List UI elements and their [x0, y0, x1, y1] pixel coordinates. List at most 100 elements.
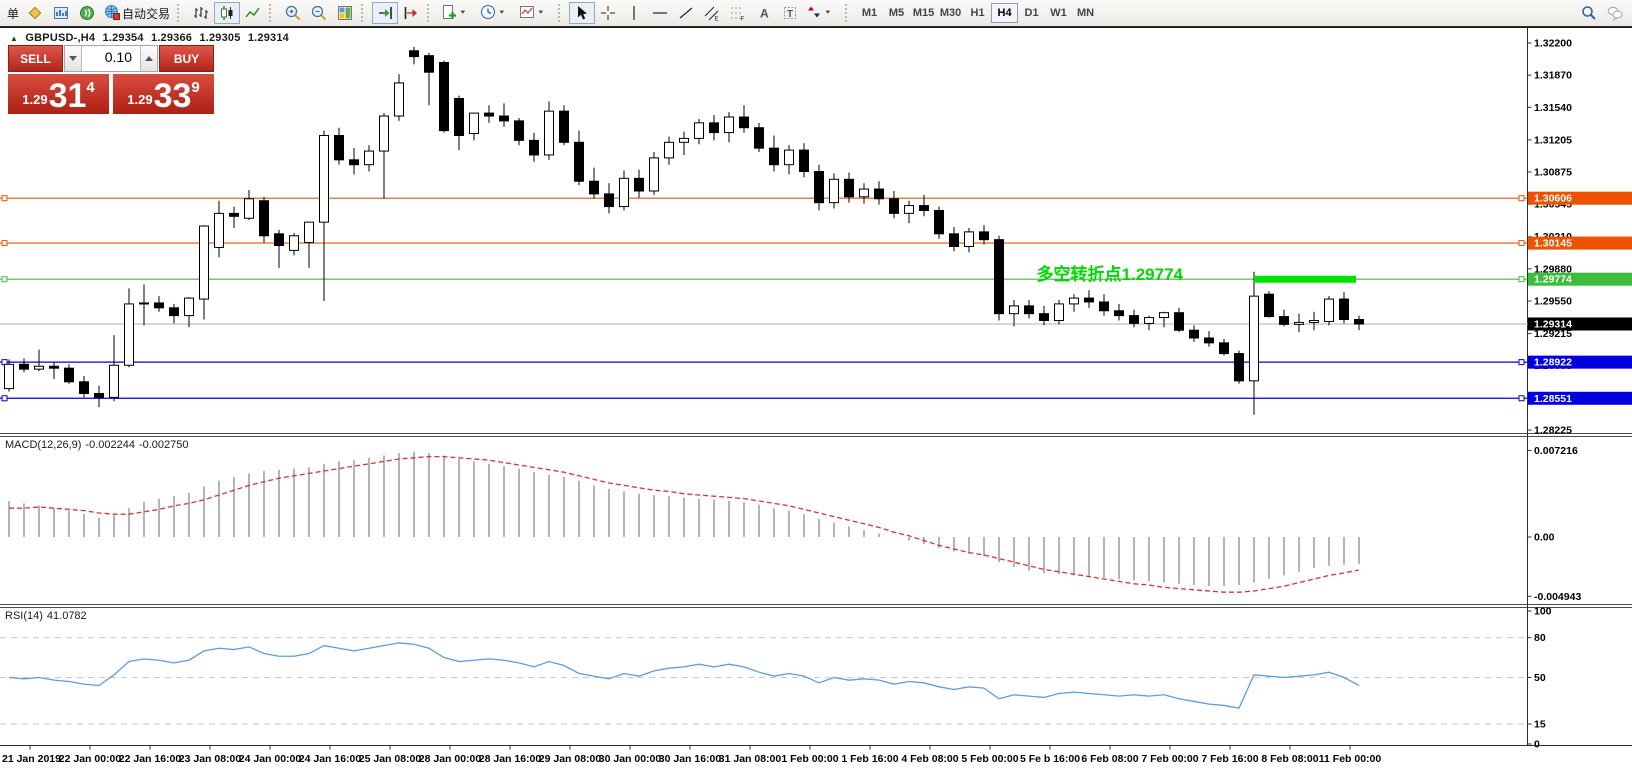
trendline-tool-button[interactable]: [673, 2, 699, 24]
clock-icon: [480, 4, 496, 23]
autotrade-label: 自动交易: [122, 5, 170, 22]
cursor-tool-button[interactable]: [569, 2, 595, 24]
svg-text:29 Jan 08:00: 29 Jan 08:00: [539, 753, 602, 765]
svg-text:1.31540: 1.31540: [1534, 102, 1572, 114]
sell-price-pip: 4: [86, 79, 94, 96]
buy-price[interactable]: 1.29339: [113, 74, 214, 114]
svg-text:1 Feb 00:00: 1 Feb 00:00: [781, 753, 838, 765]
volume-value[interactable]: 0.10: [82, 46, 140, 71]
volume-decrease-button[interactable]: [65, 46, 82, 71]
buy-button[interactable]: BUY: [159, 45, 214, 72]
timeframe-M5[interactable]: M5: [883, 3, 910, 23]
ohlc-open: 1.29354: [103, 32, 144, 44]
horizontal-line-tool-button[interactable]: [647, 2, 673, 24]
collapse-panel-icon[interactable]: ▲: [10, 34, 18, 43]
ohlc-low: 1.29305: [199, 32, 240, 44]
sell-button[interactable]: SELL: [8, 45, 63, 72]
channel-tool-button[interactable]: E: [699, 2, 725, 24]
timeframe-M15[interactable]: M15: [910, 3, 937, 23]
svg-text:0.00: 0.00: [1534, 532, 1555, 544]
chart-shift-button[interactable]: [398, 2, 424, 24]
sell-price-big: 31: [49, 83, 87, 111]
volume-stepper: 0.10: [64, 45, 158, 72]
arrows-tool-button[interactable]: [803, 2, 842, 24]
volume-increase-button[interactable]: [140, 46, 157, 71]
svg-text:1.30606: 1.30606: [1534, 193, 1572, 205]
svg-text:1.29774: 1.29774: [1534, 274, 1572, 286]
text-tool-button[interactable]: A: [751, 2, 777, 24]
triangle-up-icon: [145, 56, 153, 61]
turning-point-annotation[interactable]: 多空转折点1.29774: [1037, 260, 1183, 285]
crosshair-tool-button[interactable]: [595, 2, 621, 24]
svg-text:7 Feb 00:00: 7 Feb 00:00: [1141, 753, 1198, 765]
timeframe-M30[interactable]: M30: [937, 3, 964, 23]
timeframe-W1[interactable]: W1: [1045, 3, 1072, 23]
ohlc-close: 1.29314: [248, 32, 289, 44]
sell-price[interactable]: 1.29314: [8, 74, 109, 114]
svg-text:5 Fe b 16:00: 5 Fe b 16:00: [1020, 753, 1080, 765]
vertical-line-tool-button[interactable]: [621, 2, 647, 24]
svg-text:1.28922: 1.28922: [1534, 357, 1572, 369]
terminal-panel-icon[interactable]: [48, 2, 74, 24]
chevron-down-icon: [536, 5, 552, 21]
add-indicator-button[interactable]: [438, 2, 477, 24]
svg-text:1.29314: 1.29314: [1534, 318, 1572, 330]
timeframe-M1[interactable]: M1: [856, 3, 883, 23]
timeframe-H1[interactable]: H1: [964, 3, 991, 23]
svg-text:30 Jan 00:00: 30 Jan 00:00: [599, 753, 662, 765]
svg-text:6 Feb 08:00: 6 Feb 08:00: [1081, 753, 1138, 765]
svg-text:28 Jan 00:00: 28 Jan 00:00: [419, 753, 482, 765]
ohlc-high: 1.29366: [151, 32, 192, 44]
buy-price-pip: 9: [191, 79, 199, 96]
svg-text:A: A: [760, 7, 769, 21]
svg-text:1.28225: 1.28225: [1534, 425, 1572, 437]
macd-signal-value: -0.002750: [139, 439, 189, 451]
autotrade-globe-icon: [104, 4, 120, 23]
zoom-out-button[interactable]: [306, 2, 332, 24]
timeframe-H4[interactable]: H4: [991, 3, 1018, 23]
search-icon[interactable]: [1576, 2, 1602, 24]
chevron-down-icon: [823, 5, 839, 21]
macd-title: MACD(12,26,9): [5, 439, 81, 451]
svg-text:23 Jan 08:00: 23 Jan 08:00: [179, 753, 242, 765]
template-icon: [519, 4, 535, 23]
line-chart-button[interactable]: [240, 2, 266, 24]
svg-text:4 Feb 08:00: 4 Feb 08:00: [901, 753, 958, 765]
zoom-in-button[interactable]: [280, 2, 306, 24]
chart-symbol-header: ▲ GBPUSD-,H4 1.29354 1.29366 1.29305 1.2…: [10, 32, 293, 44]
chevron-down-icon: [458, 5, 474, 21]
svg-text:11 Feb 00:00: 11 Feb 00:00: [1319, 753, 1382, 765]
arrows-icon: [806, 4, 822, 23]
market-watch-icon[interactable]: [22, 2, 48, 24]
symbol-name: GBPUSD-,H4: [25, 32, 95, 44]
signals-icon[interactable]: [74, 2, 100, 24]
auto-scroll-button[interactable]: [372, 2, 398, 24]
template-button[interactable]: [516, 2, 555, 24]
bar-chart-button[interactable]: [188, 2, 214, 24]
candlestick-chart-button[interactable]: [214, 2, 240, 24]
timeframe-switcher: M1M5M15M30H1H4D1W1MN: [856, 3, 1099, 23]
svg-text:5 Feb 00:00: 5 Feb 00:00: [961, 753, 1018, 765]
chart-canvas[interactable]: 1.322001.318701.315401.312051.308751.305…: [0, 0, 1632, 772]
timeframe-MN[interactable]: MN: [1072, 3, 1099, 23]
svg-text:8 Feb 08:00: 8 Feb 08:00: [1261, 753, 1318, 765]
fibonacci-tool-button[interactable]: F: [725, 2, 751, 24]
new-order-button[interactable]: 单: [4, 5, 22, 22]
svg-text:24 Jan 16:00: 24 Jan 16:00: [299, 753, 362, 765]
text-label-tool-button[interactable]: T: [777, 2, 803, 24]
svg-text:24 Jan 00:00: 24 Jan 00:00: [239, 753, 302, 765]
tile-windows-button[interactable]: [332, 2, 358, 24]
svg-text:80: 80: [1534, 632, 1546, 644]
sell-price-base: 1.29: [22, 92, 47, 107]
autotrade-button[interactable]: 自动交易: [100, 2, 174, 24]
toolbar-grip: [427, 4, 433, 22]
svg-text:30 Jan 16:00: 30 Jan 16:00: [659, 753, 722, 765]
svg-text:22 Jan 00:00: 22 Jan 00:00: [59, 753, 122, 765]
chat-icon[interactable]: [1602, 2, 1628, 24]
buy-price-big: 33: [154, 83, 192, 111]
main-toolbar: 单 自动交易 E F A T M1M5M15M30H1H4D1W1MN: [0, 0, 1632, 27]
chevron-down-icon: [497, 5, 513, 21]
svg-text:1.31205: 1.31205: [1534, 134, 1572, 146]
timeframe-D1[interactable]: D1: [1018, 3, 1045, 23]
period-button[interactable]: [477, 2, 516, 24]
